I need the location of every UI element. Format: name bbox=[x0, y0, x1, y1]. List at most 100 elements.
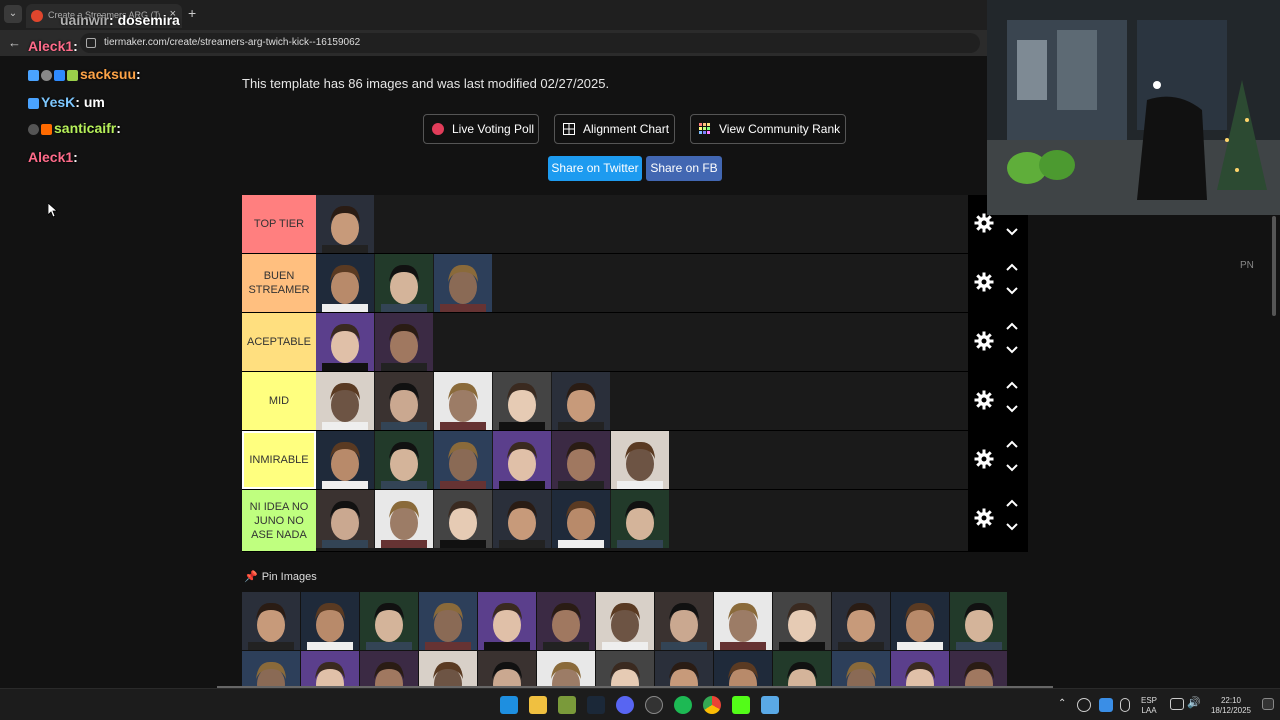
tier-label[interactable]: ACEPTABLE bbox=[242, 313, 316, 371]
vertical-scrollbar[interactable] bbox=[1272, 216, 1276, 316]
new-tab-button[interactable]: + bbox=[188, 5, 196, 21]
microphone-icon[interactable] bbox=[1120, 698, 1130, 712]
volume-icon[interactable]: 🔊 bbox=[1187, 698, 1201, 709]
pool-image[interactable] bbox=[242, 592, 300, 650]
chevron-down-icon[interactable] bbox=[1006, 284, 1018, 296]
tier-image[interactable] bbox=[316, 254, 374, 312]
tier-image[interactable] bbox=[552, 490, 610, 548]
gear-icon[interactable] bbox=[974, 390, 994, 410]
share-fb-button[interactable]: Share on FB bbox=[646, 156, 722, 181]
tray-expand-icon[interactable]: ⌃ bbox=[1058, 699, 1066, 709]
tier-label[interactable]: INMIRABLE bbox=[242, 431, 316, 489]
gear-icon[interactable] bbox=[974, 449, 994, 469]
chevron-down-icon[interactable] bbox=[1006, 343, 1018, 355]
pool-image[interactable] bbox=[950, 651, 1007, 688]
pool-image[interactable] bbox=[537, 651, 595, 688]
pool-image[interactable] bbox=[832, 592, 890, 650]
minecraft-icon[interactable] bbox=[558, 696, 576, 714]
tier-image[interactable] bbox=[434, 490, 492, 548]
view-community-rank-button[interactable]: View Community Rank bbox=[690, 114, 846, 144]
notepad-icon[interactable] bbox=[761, 696, 779, 714]
chevron-up-icon[interactable] bbox=[1006, 321, 1018, 333]
gear-icon[interactable] bbox=[974, 508, 994, 528]
discord-icon[interactable] bbox=[616, 696, 634, 714]
chevron-down-icon[interactable] bbox=[1006, 402, 1018, 414]
tier-image[interactable] bbox=[316, 490, 374, 548]
kick-icon[interactable] bbox=[732, 696, 750, 714]
pool-image[interactable] bbox=[419, 592, 477, 650]
tier-image[interactable] bbox=[316, 195, 374, 253]
pool-image[interactable] bbox=[596, 592, 654, 650]
tier-image[interactable] bbox=[375, 254, 433, 312]
spotify-icon[interactable] bbox=[674, 696, 692, 714]
chevron-down-icon[interactable] bbox=[1006, 461, 1018, 473]
chevron-up-icon[interactable] bbox=[1006, 439, 1018, 451]
chevron-up-icon[interactable] bbox=[1006, 380, 1018, 392]
alignment-chart-button[interactable]: Alignment Chart bbox=[554, 114, 675, 144]
tier-label[interactable]: TOP TIER bbox=[242, 195, 316, 253]
tier-label[interactable]: MID bbox=[242, 372, 316, 430]
pool-image[interactable] bbox=[655, 592, 713, 650]
tier-label[interactable]: BUEN STREAMER bbox=[242, 254, 316, 312]
tier-label[interactable]: NI IDEA NO JUNO NO ASE NADA bbox=[242, 490, 316, 551]
tier-image[interactable] bbox=[375, 431, 433, 489]
tier-image[interactable] bbox=[316, 431, 374, 489]
tier-image[interactable] bbox=[375, 490, 433, 548]
pool-image[interactable] bbox=[773, 592, 831, 650]
tab-search-button[interactable]: ⌄ bbox=[4, 5, 22, 23]
chrome-icon[interactable] bbox=[703, 696, 721, 714]
pool-image[interactable] bbox=[714, 592, 772, 650]
pool-image[interactable] bbox=[478, 651, 536, 688]
tier-image[interactable] bbox=[552, 431, 610, 489]
tier-image[interactable] bbox=[493, 490, 551, 548]
pin-images-toggle[interactable]: 📌 Pin Images bbox=[244, 570, 317, 583]
url-field[interactable]: tiermaker.com/create/streamers-arg-twich… bbox=[80, 33, 980, 53]
pool-image[interactable] bbox=[773, 651, 831, 688]
security-icon[interactable] bbox=[1099, 698, 1113, 712]
gear-icon[interactable] bbox=[974, 272, 994, 292]
share-twitter-button[interactable]: Share on Twitter bbox=[548, 156, 642, 181]
gear-icon[interactable] bbox=[974, 331, 994, 351]
pool-image[interactable] bbox=[301, 592, 359, 650]
chevron-up-icon[interactable] bbox=[1006, 262, 1018, 274]
network-icon[interactable] bbox=[1170, 698, 1184, 710]
steam-icon[interactable] bbox=[587, 696, 605, 714]
gear-icon[interactable] bbox=[974, 213, 994, 233]
notifications-icon[interactable] bbox=[1262, 698, 1274, 710]
language-indicator[interactable]: ESP LAA bbox=[1141, 696, 1157, 716]
back-arrow-icon[interactable]: ← bbox=[8, 35, 21, 50]
pool-image[interactable] bbox=[891, 592, 949, 650]
pool-image[interactable] bbox=[537, 592, 595, 650]
tier-image[interactable] bbox=[434, 254, 492, 312]
url-text[interactable]: tiermaker.com/create/streamers-arg-twich… bbox=[104, 37, 360, 48]
pool-image[interactable] bbox=[360, 651, 418, 688]
tier-image[interactable] bbox=[316, 372, 374, 430]
pool-image[interactable] bbox=[714, 651, 772, 688]
pool-image[interactable] bbox=[301, 651, 359, 688]
windows-start-icon[interactable] bbox=[500, 696, 518, 714]
file-explorer-icon[interactable] bbox=[529, 696, 547, 714]
sync-icon[interactable] bbox=[1077, 698, 1091, 712]
pool-image[interactable] bbox=[655, 651, 713, 688]
pool-image[interactable] bbox=[419, 651, 477, 688]
tier-image[interactable] bbox=[375, 372, 433, 430]
chevron-down-icon[interactable] bbox=[1006, 225, 1018, 237]
tier-image[interactable] bbox=[434, 431, 492, 489]
tier-image[interactable] bbox=[493, 431, 551, 489]
site-info-icon[interactable] bbox=[86, 38, 96, 48]
pool-image[interactable] bbox=[950, 592, 1007, 650]
tier-image[interactable] bbox=[611, 490, 669, 548]
live-voting-poll-button[interactable]: Live Voting Poll bbox=[423, 114, 539, 144]
tier-image[interactable] bbox=[316, 313, 374, 371]
clock[interactable]: 22:10 18/12/2025 bbox=[1207, 696, 1255, 716]
pool-image[interactable] bbox=[242, 651, 300, 688]
tier-image[interactable] bbox=[375, 313, 433, 371]
pool-image[interactable] bbox=[891, 651, 949, 688]
chevron-down-icon[interactable] bbox=[1006, 520, 1018, 532]
pool-image[interactable] bbox=[596, 651, 654, 688]
chevron-up-icon[interactable] bbox=[1006, 498, 1018, 510]
pool-image[interactable] bbox=[478, 592, 536, 650]
obs-icon[interactable] bbox=[645, 696, 663, 714]
pool-image[interactable] bbox=[360, 592, 418, 650]
tier-image[interactable] bbox=[493, 372, 551, 430]
